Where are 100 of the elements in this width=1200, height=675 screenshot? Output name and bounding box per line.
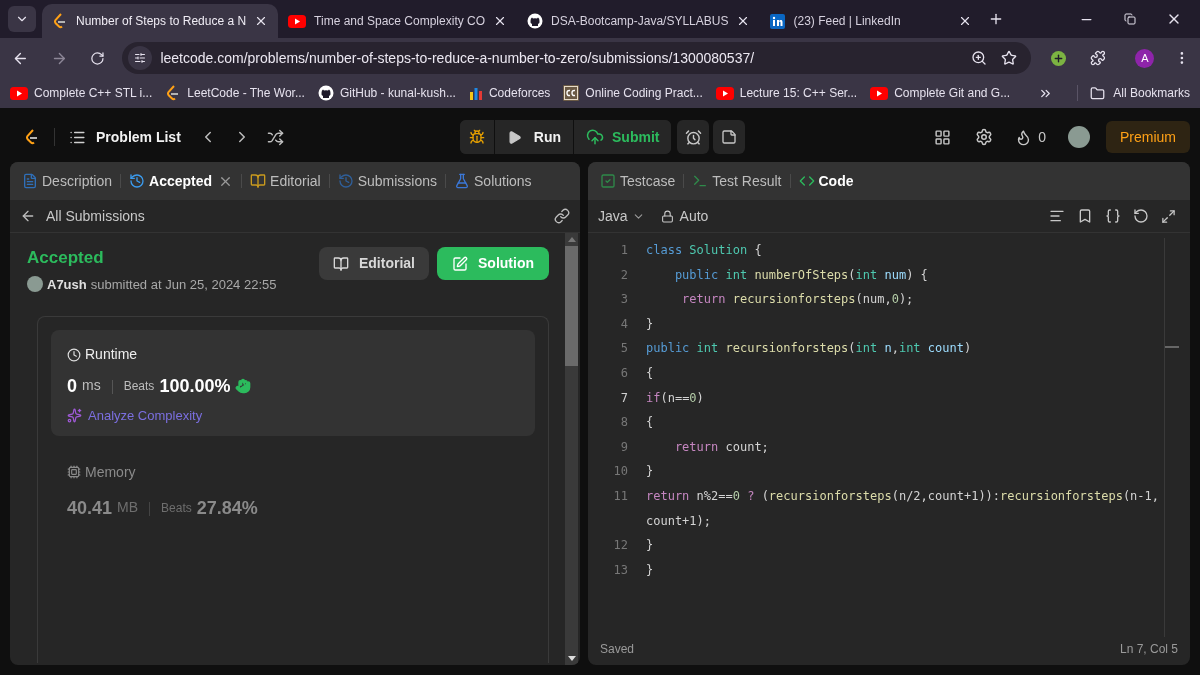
all-bookmarks-button[interactable]: All Bookmarks (1090, 84, 1190, 102)
code-line: return count; (673, 438, 769, 456)
panel-tab[interactable]: Submissions (337, 170, 438, 192)
line-number: 1 (619, 242, 628, 259)
runtime-beats: 100.00% (159, 376, 231, 396)
bracket-logo-icon (24, 129, 40, 145)
user-avatar[interactable] (1068, 126, 1090, 148)
mode-label: Auto (679, 206, 709, 226)
plus-extension-icon[interactable] (1050, 50, 1066, 66)
panel-tab[interactable]: Test Result (692, 170, 782, 192)
linkedin-icon (770, 13, 786, 29)
panel-tab[interactable]: Description (22, 170, 113, 192)
line-number: 6 (619, 364, 628, 382)
terminal-icon (692, 173, 709, 189)
bookmark-item[interactable]: Complete C++ STL i... (10, 84, 153, 102)
bookmark-item[interactable]: Complete Git and G... (870, 84, 1011, 102)
braces-icon[interactable] (1105, 208, 1121, 224)
code-line: count+1); (646, 512, 712, 530)
tab-label: Code (818, 171, 854, 191)
shuffle-icon[interactable] (266, 128, 284, 146)
memory-beats: 27.84% (196, 497, 258, 518)
edit-icon (452, 255, 468, 272)
tab-label: Submissions (357, 171, 438, 191)
all-submissions-link[interactable]: All Submissions (20, 205, 145, 227)
sparkles-icon (67, 408, 82, 424)
bookmark-icon[interactable] (1077, 208, 1093, 224)
restore-icon[interactable] (1124, 13, 1136, 25)
play-logo-icon (288, 14, 307, 28)
reset-icon[interactable] (1133, 208, 1149, 224)
expand-icon[interactable] (1161, 208, 1176, 224)
document-icon (22, 173, 38, 189)
bookmark-item[interactable]: GitHub - kunal-kush... (317, 84, 456, 102)
layout-icon[interactable] (934, 128, 952, 146)
browser-tab[interactable]: Time and Space Complexity CO (278, 4, 518, 38)
site-info-button[interactable] (128, 46, 153, 70)
panel-tab[interactable]: Solutions (454, 170, 532, 192)
scroll-up-icon[interactable] (567, 237, 576, 242)
line-number: 11 (612, 487, 628, 505)
editorial-button[interactable]: Editorial (319, 247, 429, 280)
format-icon[interactable] (1049, 208, 1065, 224)
code-line: class Solution { (646, 242, 762, 259)
browser-tab[interactable]: (23) Feed | LinkedIn (760, 4, 983, 38)
back-arrow-icon (20, 208, 36, 224)
panel-tab[interactable]: Testcase (600, 170, 676, 192)
tab-label: Test Result (712, 171, 782, 191)
premium-button[interactable]: Premium (1106, 121, 1190, 153)
profile-avatar[interactable]: A (1135, 48, 1155, 68)
bookmark-item[interactable]: LeetCode - The Wor... (165, 84, 305, 102)
language-select[interactable]: Java (598, 205, 645, 227)
clock-icon (67, 347, 81, 362)
zoom-icon[interactable] (970, 50, 987, 66)
reload-icon[interactable] (89, 50, 105, 66)
play-logo-icon (870, 86, 889, 100)
bookmark-label: Codeforces (488, 85, 551, 102)
tab-title: (23) Feed | LinkedIn (793, 13, 902, 30)
code-icon (798, 173, 815, 189)
code-line: public int numberOfSteps(int num) { (673, 266, 928, 284)
sliders-icon (134, 52, 147, 64)
tab-label: Solutions (474, 171, 532, 191)
browser-tab[interactable]: DSA-Bootcamp-Java/SYLLABUS (517, 4, 761, 38)
panel-tab[interactable]: Accepted (129, 170, 234, 192)
code-line: } (646, 315, 654, 333)
username[interactable]: A7ush (47, 274, 87, 294)
scroll-down-icon[interactable] (567, 656, 576, 661)
panel-tab[interactable]: Editorial (250, 170, 321, 192)
bracket-logo-icon (52, 13, 68, 29)
bug-icon (468, 129, 485, 145)
code-line: return n%2==0 ? (recursionforsteps(n/2,count+1)):recursionforsteps(n-1, (646, 487, 1159, 505)
notes-button[interactable] (713, 120, 746, 154)
problem-list-button[interactable]: Problem List (69, 126, 181, 148)
play-icon (506, 129, 522, 145)
tab-search-button[interactable] (8, 6, 36, 32)
github-icon (527, 13, 544, 29)
bookmark-label: Complete Git and G... (894, 85, 1011, 102)
bookmark-label: GitHub - kunal-kush... (339, 85, 456, 102)
panel-tab[interactable]: Code (798, 170, 854, 192)
bookmark-item[interactable]: Online Coding Pract... (563, 84, 703, 102)
timer-button[interactable] (677, 120, 710, 154)
tab-label: Editorial (270, 171, 321, 191)
cloud-upload-icon (586, 128, 604, 146)
book-icon (333, 255, 349, 272)
address-field[interactable]: leetcode.com/problems/number-of-steps-to-reduce-a-number-to-zero/submissions/1300080537/ (122, 42, 1031, 74)
link-icon[interactable] (554, 208, 570, 224)
history-icon (337, 173, 354, 189)
scrollbar[interactable] (565, 233, 578, 665)
checkbox-icon (600, 173, 616, 189)
url-text: leetcode.com/problems/number-of-steps-to-reduce-a-number-to-zero/submissions/1300080537/ (160, 48, 756, 68)
bookmark-star-icon[interactable] (1000, 50, 1017, 66)
user-avatar (27, 276, 43, 293)
tab-title: Time and Space Complexity CO (314, 13, 486, 30)
extensions-icon[interactable] (1089, 50, 1106, 66)
memory-value: 40.41 (67, 497, 113, 518)
bookmark-label: Lecture 15: C++ Ser... (739, 85, 858, 102)
bookmark-item[interactable]: Lecture 15: C++ Ser... (715, 84, 858, 102)
settings-icon[interactable] (975, 128, 994, 146)
browser-tab[interactable]: Number of Steps to Reduce a N (42, 4, 279, 38)
play-logo-icon (715, 86, 734, 100)
bookmark-item[interactable]: Codeforces (468, 84, 551, 102)
streak-count: 0 (1038, 127, 1046, 147)
bookmark-label: Online Coding Pract... (585, 85, 703, 102)
